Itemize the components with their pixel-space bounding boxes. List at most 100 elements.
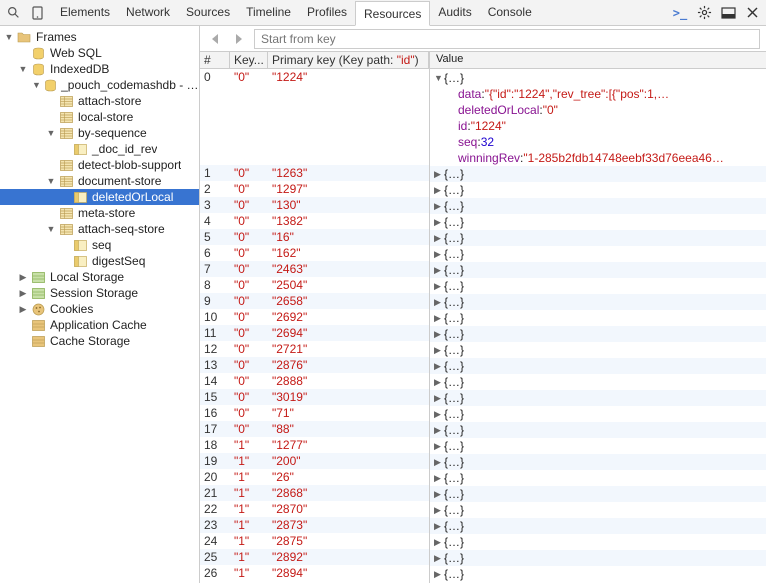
value-prop[interactable]: id: "1224" [430,118,766,134]
tree-local-store[interactable]: local-store [0,109,199,125]
table-row[interactable]: 21"1""2868" [200,485,429,501]
value-row[interactable]: ▶{…} [430,550,766,566]
table-row[interactable]: 23"1""2873" [200,517,429,533]
chevron-right-icon[interactable]: ▶ [434,217,444,228]
value-row[interactable]: ▶{…} [430,374,766,390]
value-row[interactable]: ▶{…} [430,198,766,214]
tab-profiles[interactable]: Profiles [299,0,355,25]
value-row[interactable]: ▶{…} [430,294,766,310]
tab-timeline[interactable]: Timeline [238,0,299,25]
prev-page-icon[interactable] [206,30,224,48]
tab-audits[interactable]: Audits [430,0,479,25]
value-row[interactable]: ▶{…} [430,342,766,358]
chevron-down-icon[interactable]: ▼ [434,73,444,83]
chevron-right-icon[interactable]: ▶ [434,521,444,532]
value-row[interactable]: ▶{…} [430,262,766,278]
console-toggle-icon[interactable]: >_ [670,3,690,23]
value-row[interactable]: ▼{…} [430,70,766,86]
tree-seq[interactable]: seq [0,237,199,253]
chevron-right-icon[interactable]: ▶ [434,169,444,180]
chevron-right-icon[interactable]: ▶ [434,489,444,500]
table-row[interactable]: 18"1""1277" [200,437,429,453]
table-row[interactable]: 13"0""2876" [200,357,429,373]
tree-web-sql[interactable]: Web SQL [0,45,199,61]
chevron-right-icon[interactable]: ▶ [434,361,444,372]
expand-arrow-icon[interactable]: ▼ [18,64,28,74]
expand-arrow-icon[interactable]: ▶ [18,304,28,314]
tree-meta-store[interactable]: meta-store [0,205,199,221]
value-row[interactable]: ▶{…} [430,486,766,502]
chevron-right-icon[interactable]: ▶ [434,553,444,564]
table-row[interactable]: 8"0""2504" [200,277,429,293]
tab-sources[interactable]: Sources [178,0,238,25]
chevron-right-icon[interactable]: ▶ [434,537,444,548]
chevron-right-icon[interactable]: ▶ [434,265,444,276]
chevron-right-icon[interactable]: ▶ [434,281,444,292]
tree-deletedorlocal[interactable]: deletedOrLocal [0,189,199,205]
chevron-right-icon[interactable]: ▶ [434,329,444,340]
tab-elements[interactable]: Elements [52,0,118,25]
chevron-right-icon[interactable]: ▶ [434,505,444,516]
expand-arrow-icon[interactable]: ▼ [32,80,41,90]
tree-attach-store[interactable]: attach-store [0,93,199,109]
chevron-right-icon[interactable]: ▶ [434,201,444,212]
col-primary-key[interactable]: Primary key (Key path: "id") [268,52,429,68]
value-row[interactable]: ▶{…} [430,438,766,454]
value-row[interactable]: ▶{…} [430,422,766,438]
value-row[interactable]: ▶{…} [430,310,766,326]
table-row[interactable]: 10"0""2692" [200,309,429,325]
table-row[interactable]: 24"1""2875" [200,533,429,549]
table-row[interactable]: 0"0""1224" [200,69,429,165]
chevron-right-icon[interactable]: ▶ [434,297,444,308]
table-row[interactable]: 16"0""71" [200,405,429,421]
tree-frames[interactable]: ▼Frames [0,29,199,45]
chevron-right-icon[interactable]: ▶ [434,441,444,452]
chevron-right-icon[interactable]: ▶ [434,425,444,436]
value-row[interactable]: ▶{…} [430,214,766,230]
chevron-right-icon[interactable]: ▶ [434,249,444,260]
table-row[interactable]: 1"0""1263" [200,165,429,181]
table-row[interactable]: 25"1""2892" [200,549,429,565]
tab-network[interactable]: Network [118,0,178,25]
chevron-right-icon[interactable]: ▶ [434,313,444,324]
search-icon[interactable] [4,4,22,22]
tree-digestseq[interactable]: digestSeq [0,253,199,269]
table-row[interactable]: 2"0""1297" [200,181,429,197]
value-row[interactable]: ▶{…} [430,230,766,246]
expand-arrow-icon[interactable]: ▼ [4,32,14,42]
value-row[interactable]: ▶{…} [430,566,766,582]
table-row[interactable]: 14"0""2888" [200,373,429,389]
table-row[interactable]: 12"0""2721" [200,341,429,357]
table-row[interactable]: 20"1""26" [200,469,429,485]
expand-arrow-icon[interactable]: ▶ [18,288,28,298]
tree-document-store[interactable]: ▼document-store [0,173,199,189]
value-row[interactable]: ▶{…} [430,358,766,374]
table-row[interactable]: 4"0""1382" [200,213,429,229]
chevron-right-icon[interactable]: ▶ [434,233,444,244]
table-row[interactable]: 26"1""2894" [200,565,429,581]
value-prop[interactable]: winningRev: "1-285b2fdb14748eebf33d76eea… [430,150,766,166]
tree-local-storage[interactable]: ▶Local Storage [0,269,199,285]
tree--pouch-codemashdb-http-[interactable]: ▼_pouch_codemashdb - http... [0,77,199,93]
value-row[interactable]: ▶{…} [430,518,766,534]
value-row[interactable]: ▶{…} [430,502,766,518]
dock-icon[interactable] [718,3,738,23]
table-row[interactable]: 9"0""2658" [200,293,429,309]
value-prop[interactable]: data: "{"id":"1224","rev_tree":[{"pos":1… [430,86,766,102]
value-row[interactable]: ▶{…} [430,454,766,470]
tab-console[interactable]: Console [480,0,540,25]
chevron-right-icon[interactable]: ▶ [434,457,444,468]
value-header[interactable]: Value [430,52,766,69]
value-row[interactable]: ▶{…} [430,534,766,550]
chevron-right-icon[interactable]: ▶ [434,473,444,484]
value-row[interactable]: ▶{…} [430,182,766,198]
close-icon[interactable] [742,3,762,23]
value-row[interactable]: ▶{…} [430,166,766,182]
expand-arrow-icon[interactable]: ▼ [46,176,56,186]
chevron-right-icon[interactable]: ▶ [434,377,444,388]
chevron-right-icon[interactable]: ▶ [434,569,444,580]
start-key-input[interactable] [254,29,760,49]
table-row[interactable]: 17"0""88" [200,421,429,437]
tree-cookies[interactable]: ▶Cookies [0,301,199,317]
table-row[interactable]: 6"0""162" [200,245,429,261]
